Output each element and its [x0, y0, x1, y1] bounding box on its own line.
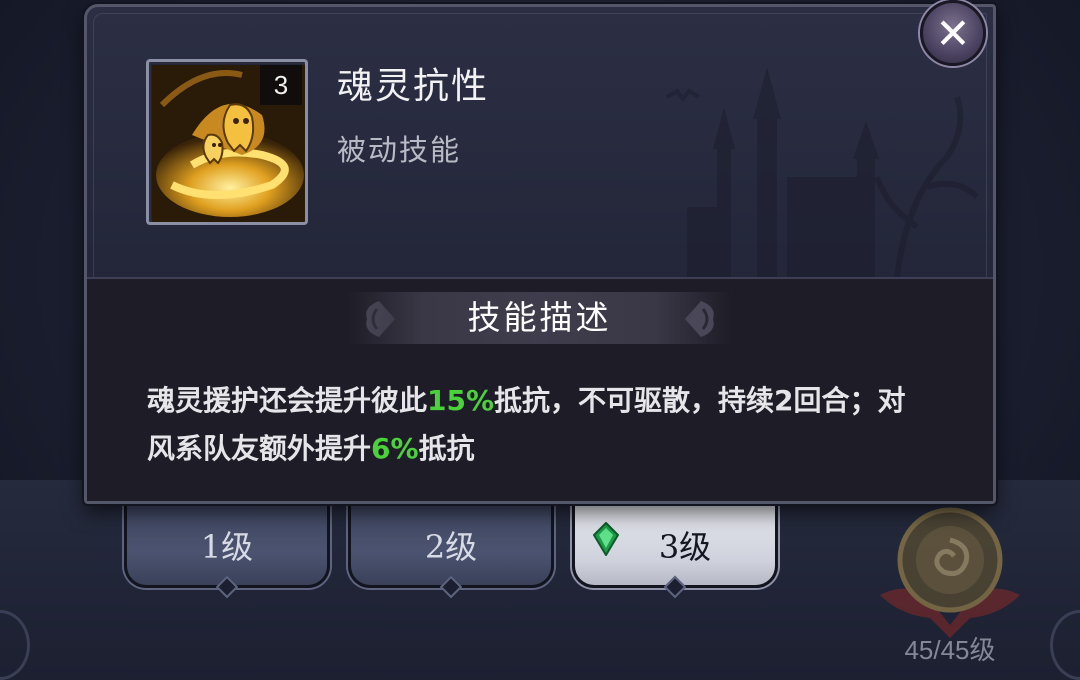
hero-emblem-icon: [880, 507, 1020, 638]
tab-level-3[interactable]: 3级: [572, 504, 778, 599]
skill-level-badge: 3: [260, 65, 302, 105]
tab-label: 2级: [424, 528, 478, 566]
tab-level-1[interactable]: 1级: [124, 504, 330, 599]
tab-level-2[interactable]: 2级: [348, 504, 554, 599]
ornament-right-icon: [685, 301, 714, 337]
desc-highlight: 6%: [371, 432, 419, 465]
skill-icon: 3: [146, 59, 308, 225]
skill-name: 魂灵抗性: [337, 66, 490, 107]
close-icon: ✕: [935, 9, 971, 58]
skill-detail-dialog: 3 魂灵抗性 被动技能 技能描述 魂灵援护还会提升彼此15%抵抗，不可驱散，持续…: [84, 4, 996, 504]
description-header: 技能描述: [347, 292, 732, 344]
desc-highlight: 15%: [427, 384, 495, 417]
tab-label: 1级: [200, 528, 254, 566]
game-screen: 45/45级 1级 2级 3级 3 魂灵抗性 被动技能 技能描述 魂灵援护还会提…: [0, 0, 1080, 680]
desc-segment: 魂灵援护还会提升彼此: [147, 384, 428, 417]
tab-label: 3级: [658, 528, 712, 566]
description-title: 技能描述: [467, 298, 612, 337]
desc-segment: 抵抗: [418, 432, 475, 465]
emblem-level-text: 45/45级: [904, 635, 996, 665]
close-button[interactable]: ✕: [920, 0, 986, 66]
skill-type: 被动技能: [337, 133, 462, 167]
description-text: 魂灵援护还会提升彼此15%抵抗，不可驱散，持续2回合；对风系队友额外提升6%抵抗: [147, 377, 927, 473]
castle-silhouette-icon: [665, 67, 980, 277]
